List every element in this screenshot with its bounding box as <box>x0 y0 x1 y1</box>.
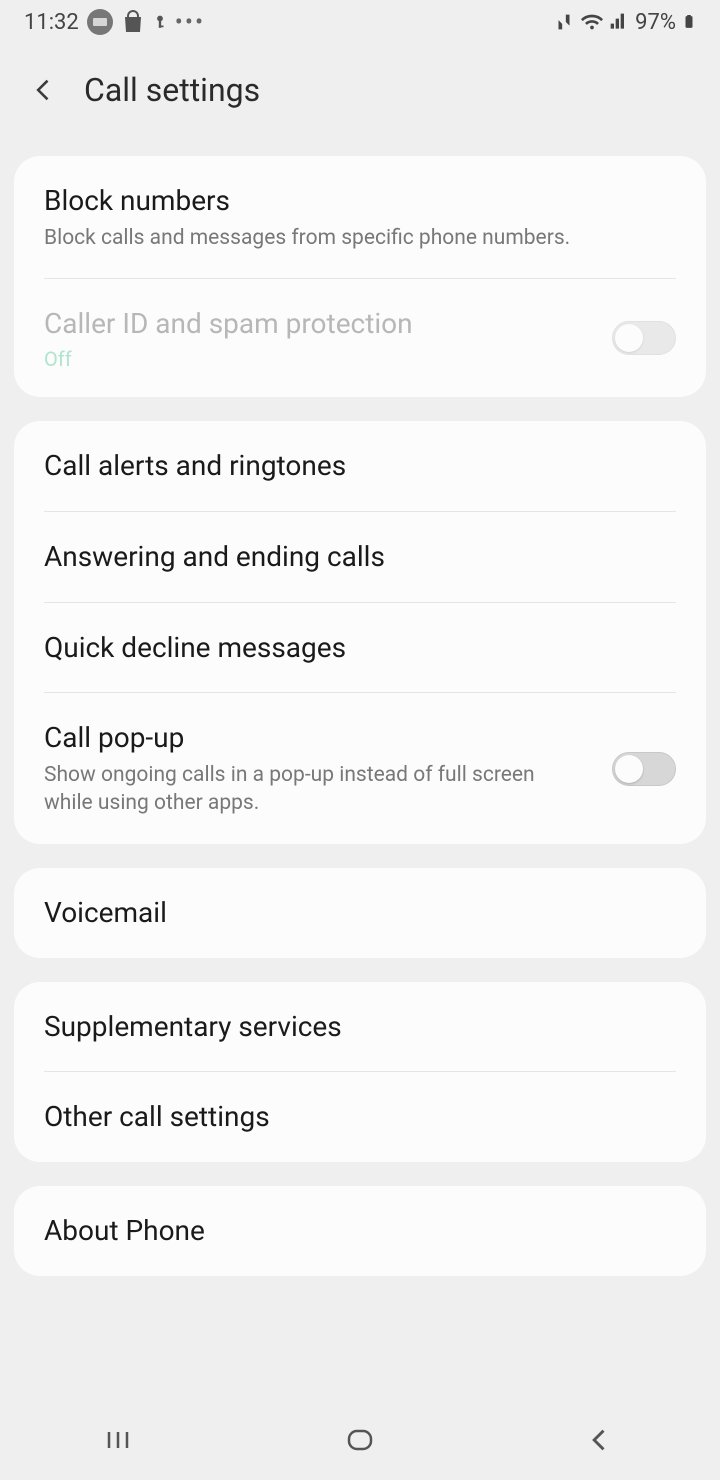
setting-title: Call pop-up <box>44 719 676 757</box>
settings-group: Voicemail <box>14 868 706 958</box>
setting-title: Caller ID and spam protection <box>44 305 676 343</box>
settings-content: Block numbers Block calls and messages fr… <box>0 156 720 1276</box>
back-button[interactable] <box>30 76 58 104</box>
setting-row-call-alerts[interactable]: Call alerts and ringtones <box>14 421 706 511</box>
toggle-knob <box>615 755 643 783</box>
settings-group: Block numbers Block calls and messages fr… <box>14 156 706 397</box>
settings-group: Call alerts and ringtones Answering and e… <box>14 421 706 844</box>
setting-row-block-numbers[interactable]: Block numbers Block calls and messages fr… <box>14 156 706 278</box>
setting-row-voicemail[interactable]: Voicemail <box>14 868 706 958</box>
setting-title: Other call settings <box>44 1098 676 1136</box>
setting-title: Quick decline messages <box>44 629 676 667</box>
toggle-knob <box>615 324 643 352</box>
settings-group: Supplementary services Other call setting… <box>14 982 706 1163</box>
vibrate-icon <box>553 11 575 33</box>
status-time: 11:32 <box>24 10 79 35</box>
notification-badge-icon <box>87 9 113 35</box>
status-bar: 11:32 ••• 97% <box>0 0 720 44</box>
settings-group: About Phone <box>14 1186 706 1276</box>
battery-icon <box>682 11 696 33</box>
wifi-icon <box>581 11 603 33</box>
status-right: 97% <box>553 10 696 35</box>
home-button[interactable] <box>340 1420 380 1460</box>
setting-subtitle: Show ongoing calls in a pop-up instead o… <box>44 761 574 818</box>
setting-title: Block numbers <box>44 182 676 220</box>
navigation-bar <box>0 1400 720 1480</box>
nav-back-button[interactable] <box>580 1420 620 1460</box>
more-notifications-icon: ••• <box>175 8 205 36</box>
setting-row-other-call-settings[interactable]: Other call settings <box>14 1072 706 1162</box>
setting-title: Answering and ending calls <box>44 538 676 576</box>
setting-row-caller-id-spam: Caller ID and spam protection Off <box>14 279 706 397</box>
signal-icon <box>609 12 629 32</box>
toggle-switch <box>612 321 676 355</box>
setting-title: Supplementary services <box>44 1008 676 1046</box>
shopping-bag-icon <box>121 10 145 34</box>
setting-row-call-popup[interactable]: Call pop-up Show ongoing calls in a pop-u… <box>14 693 706 843</box>
setting-row-answering-ending[interactable]: Answering and ending calls <box>14 512 706 602</box>
setting-status: Off <box>44 347 676 371</box>
toggle-switch[interactable] <box>612 752 676 786</box>
battery-percent: 97% <box>635 10 676 35</box>
page-title: Call settings <box>84 71 260 109</box>
recents-button[interactable] <box>100 1420 140 1460</box>
app-bar: Call settings <box>0 44 720 136</box>
setting-subtitle: Block calls and messages from specific p… <box>44 224 574 252</box>
setting-title: Voicemail <box>44 894 676 932</box>
setting-row-supplementary[interactable]: Supplementary services <box>14 982 706 1072</box>
setting-title: About Phone <box>44 1212 676 1250</box>
status-left: 11:32 ••• <box>24 8 205 36</box>
setting-row-about-phone[interactable]: About Phone <box>14 1186 706 1276</box>
setting-row-quick-decline[interactable]: Quick decline messages <box>14 603 706 693</box>
setting-title: Call alerts and ringtones <box>44 447 676 485</box>
key-icon <box>153 11 167 33</box>
